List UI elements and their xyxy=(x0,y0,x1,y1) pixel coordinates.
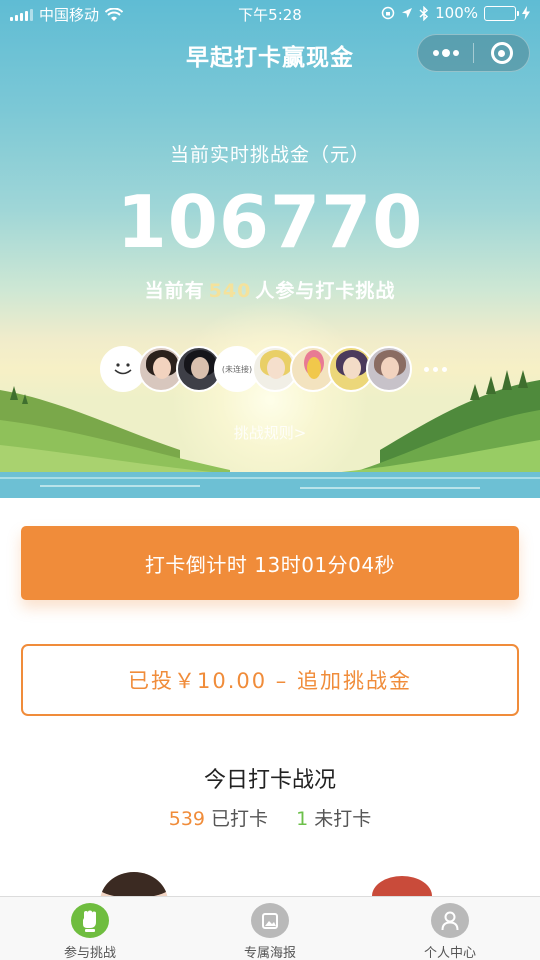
more-options-button[interactable] xyxy=(418,35,473,71)
charging-icon xyxy=(522,6,530,20)
tab-bar: 参与挑战 专属海报 个人中心 xyxy=(0,896,540,960)
location-icon xyxy=(402,8,413,18)
today-stats-title: 今日打卡战况 xyxy=(203,768,336,793)
pool-label: 当前实时挑战金（元） xyxy=(169,144,370,166)
rotation-lock-icon xyxy=(381,6,395,20)
smiley-icon xyxy=(114,363,132,375)
hero-banner: 中国移动 下午5:28 100% 早起打卡赢现金 当前实时挑战金（元） 1067… xyxy=(0,0,540,498)
fist-icon xyxy=(71,903,109,938)
tab-label: 参与挑战 xyxy=(63,946,116,960)
close-button[interactable] xyxy=(474,35,529,71)
status-right: 100% xyxy=(381,4,530,22)
status-bar: 中国移动 下午5:28 100% xyxy=(0,0,540,28)
pool-amount: 106770 xyxy=(116,180,424,264)
tab-profile[interactable]: 个人中心 xyxy=(400,903,500,960)
tab-label: 专属海报 xyxy=(243,946,296,960)
battery-percent: 100% xyxy=(435,4,478,22)
countdown-button[interactable]: 打卡倒计时 13时01分04秒 xyxy=(21,526,519,600)
participants-line: 当前有 540 人参与打卡挑战 xyxy=(0,276,540,303)
close-target-icon xyxy=(490,42,513,64)
checked-in-count: 539 xyxy=(168,808,205,830)
participants-suffix: 人参与打卡挑战 xyxy=(255,280,396,302)
tab-join-challenge[interactable]: 参与挑战 xyxy=(40,903,140,960)
participants-prefix: 当前有 xyxy=(144,280,205,302)
participants-count: 540 xyxy=(208,280,252,302)
tab-poster[interactable]: 专属海报 xyxy=(220,903,320,960)
miniprogram-capsule xyxy=(417,34,530,72)
battery-icon xyxy=(484,5,519,21)
participant-avatars[interactable]: (未连接) xyxy=(100,346,447,392)
today-stats-line: 539 已打卡 1 未打卡 xyxy=(0,804,540,831)
not-checked-count: 1 xyxy=(296,808,309,830)
checked-in-label: 已打卡 xyxy=(211,808,269,830)
person-icon xyxy=(431,903,469,938)
not-checked-label: 未打卡 xyxy=(314,808,372,830)
avatar-link-label: (未连接) xyxy=(221,364,253,374)
avatar xyxy=(366,346,412,392)
more-avatars-icon xyxy=(424,366,447,372)
bluetooth-icon xyxy=(419,5,429,21)
add-stake-button[interactable]: 已投￥10.00 – 追加挑战金 xyxy=(21,644,519,716)
challenge-rules-link[interactable]: 挑战规则> xyxy=(0,422,540,443)
poster-icon xyxy=(251,903,289,938)
tab-label: 个人中心 xyxy=(423,946,476,960)
